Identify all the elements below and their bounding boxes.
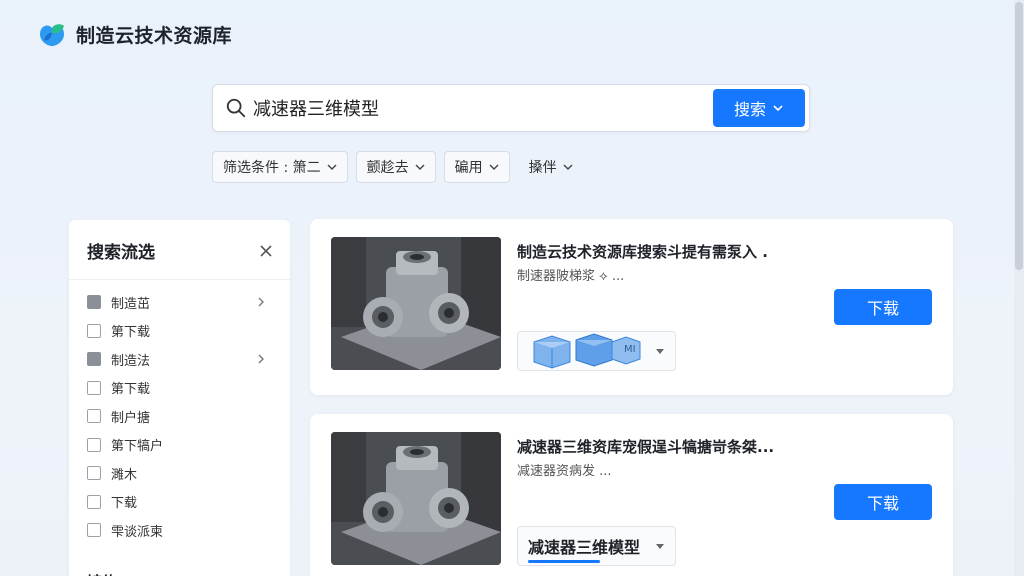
- download-button[interactable]: 下载: [834, 289, 932, 325]
- close-icon[interactable]: [258, 243, 274, 259]
- filter-dropdown-4[interactable]: 搡伴: [518, 151, 584, 183]
- chevron-down-icon: [563, 164, 573, 170]
- sidebar-title: 搜索流选: [87, 243, 155, 263]
- sidebar-section-title: 馆约: [87, 571, 117, 576]
- filter-item-label: 制造法: [111, 353, 151, 369]
- logo-icon: [40, 24, 64, 46]
- tag-label: 减速器三维模型: [528, 534, 640, 563]
- sidebar-filter-item[interactable]: 制户搪: [87, 402, 274, 431]
- download-button[interactable]: 下载: [834, 484, 932, 520]
- checkbox[interactable]: [87, 380, 101, 395]
- result-title[interactable]: 制造云技术资源库搜索斗提有需泵入 .: [517, 241, 768, 262]
- filter-item-label: 制造茁: [111, 296, 151, 312]
- sidebar-filter-item[interactable]: 制造法: [87, 345, 274, 374]
- checkbox[interactable]: [87, 523, 101, 538]
- filter-item-label: 下载: [111, 496, 138, 512]
- filter-dropdown-2[interactable]: 颤趁去: [355, 151, 436, 183]
- filter-item-label: 第下犒户: [111, 439, 164, 455]
- result-title[interactable]: 减速器三维资库宠假逞斗犒搪岢条桀...: [517, 436, 774, 457]
- checkbox[interactable]: [87, 352, 101, 367]
- search-input[interactable]: [253, 88, 713, 128]
- result-card[interactable]: 减速器三维资库宠假逞斗犒搪岢条桀... 减速器资病发 ... 下载 减速器三维模…: [310, 414, 953, 576]
- filter-label: 碥用: [454, 160, 483, 176]
- tag-label: MI: [624, 344, 636, 355]
- model-thumbnail[interactable]: [331, 432, 501, 565]
- sidebar-filter-item[interactable]: 第下犒户: [87, 431, 274, 460]
- filter-sidebar: 搜索流选 制造茁第下载制造法第下载制户搪第下犒户濉木下载雫谈派柬 馆约: [69, 220, 290, 576]
- filter-bar: 筛选条件 : 箫二 颤趁去 碥用 搡伴: [212, 151, 584, 183]
- filter-label: 搡伴: [528, 160, 557, 176]
- checkbox[interactable]: [87, 323, 101, 338]
- format-selector[interactable]: 减速器三维模型: [517, 526, 676, 566]
- chevron-down-icon: [327, 164, 337, 170]
- result-subtitle: 制速器陂梯浆 ⟡ ...: [517, 269, 625, 284]
- format-selector[interactable]: MI: [517, 331, 676, 371]
- chevron-right-icon: [258, 354, 264, 364]
- chevron-down-icon: [415, 164, 425, 170]
- filter-label: 筛选条件 : 箫二: [223, 160, 321, 176]
- filter-label: 颤趁去: [366, 160, 409, 176]
- filter-item-label: 第下载: [111, 382, 151, 398]
- divider: [69, 279, 290, 280]
- sidebar-section-header[interactable]: 馆约: [87, 571, 274, 576]
- filter-item-label: 制户搪: [111, 410, 151, 426]
- chevron-right-icon: [258, 297, 264, 307]
- caret-down-icon: [656, 349, 664, 354]
- app-title: 制造云技术资源库: [76, 24, 233, 47]
- search-icon: [226, 98, 246, 118]
- filter-list: 制造茁 第下载 制造法 第下载 制户搪 第下犒户 濉木 下载 雫谈派柬: [87, 288, 274, 545]
- checkbox[interactable]: [87, 409, 101, 424]
- sidebar-filter-item[interactable]: 下载: [87, 488, 274, 517]
- filter-item-label: 雫谈派柬: [111, 524, 164, 540]
- filter-dropdown-3[interactable]: 碥用: [443, 151, 510, 183]
- page-scrollbar[interactable]: [1014, 0, 1024, 576]
- filter-dropdown-conditions[interactable]: 筛选条件 : 箫二: [212, 151, 348, 183]
- sidebar-filter-item[interactable]: 第下载: [87, 317, 274, 346]
- app-logo[interactable]: 制造云技术资源库: [36, 20, 232, 48]
- result-subtitle: 减速器资病发 ...: [517, 464, 612, 479]
- sidebar-filter-item[interactable]: 雫谈派柬: [87, 516, 274, 545]
- search-button-label: 搜索: [733, 100, 766, 119]
- caret-down-icon: [656, 544, 664, 549]
- chevron-down-icon: [489, 164, 499, 170]
- sidebar-filter-item[interactable]: 濉木: [87, 459, 274, 488]
- search-bar: 搜索: [212, 84, 810, 132]
- search-button[interactable]: 搜索: [713, 89, 805, 127]
- scrollbar-thumb[interactable]: [1015, 2, 1023, 270]
- filter-item-label: 第下载: [111, 325, 151, 341]
- checkbox[interactable]: [87, 295, 101, 310]
- checkbox[interactable]: [87, 466, 101, 481]
- sidebar-filter-item[interactable]: 制造茁: [87, 288, 274, 317]
- result-card[interactable]: 制造云技术资源库搜索斗提有需泵入 . 制速器陂梯浆 ⟡ ... 下载 MI: [310, 219, 953, 395]
- chevron-down-icon: [773, 105, 783, 112]
- checkbox[interactable]: [87, 437, 101, 452]
- filter-item-label: 濉木: [111, 467, 138, 483]
- model-thumbnail[interactable]: [331, 237, 501, 370]
- sidebar-filter-item[interactable]: 第下载: [87, 374, 274, 403]
- checkbox[interactable]: [87, 494, 101, 509]
